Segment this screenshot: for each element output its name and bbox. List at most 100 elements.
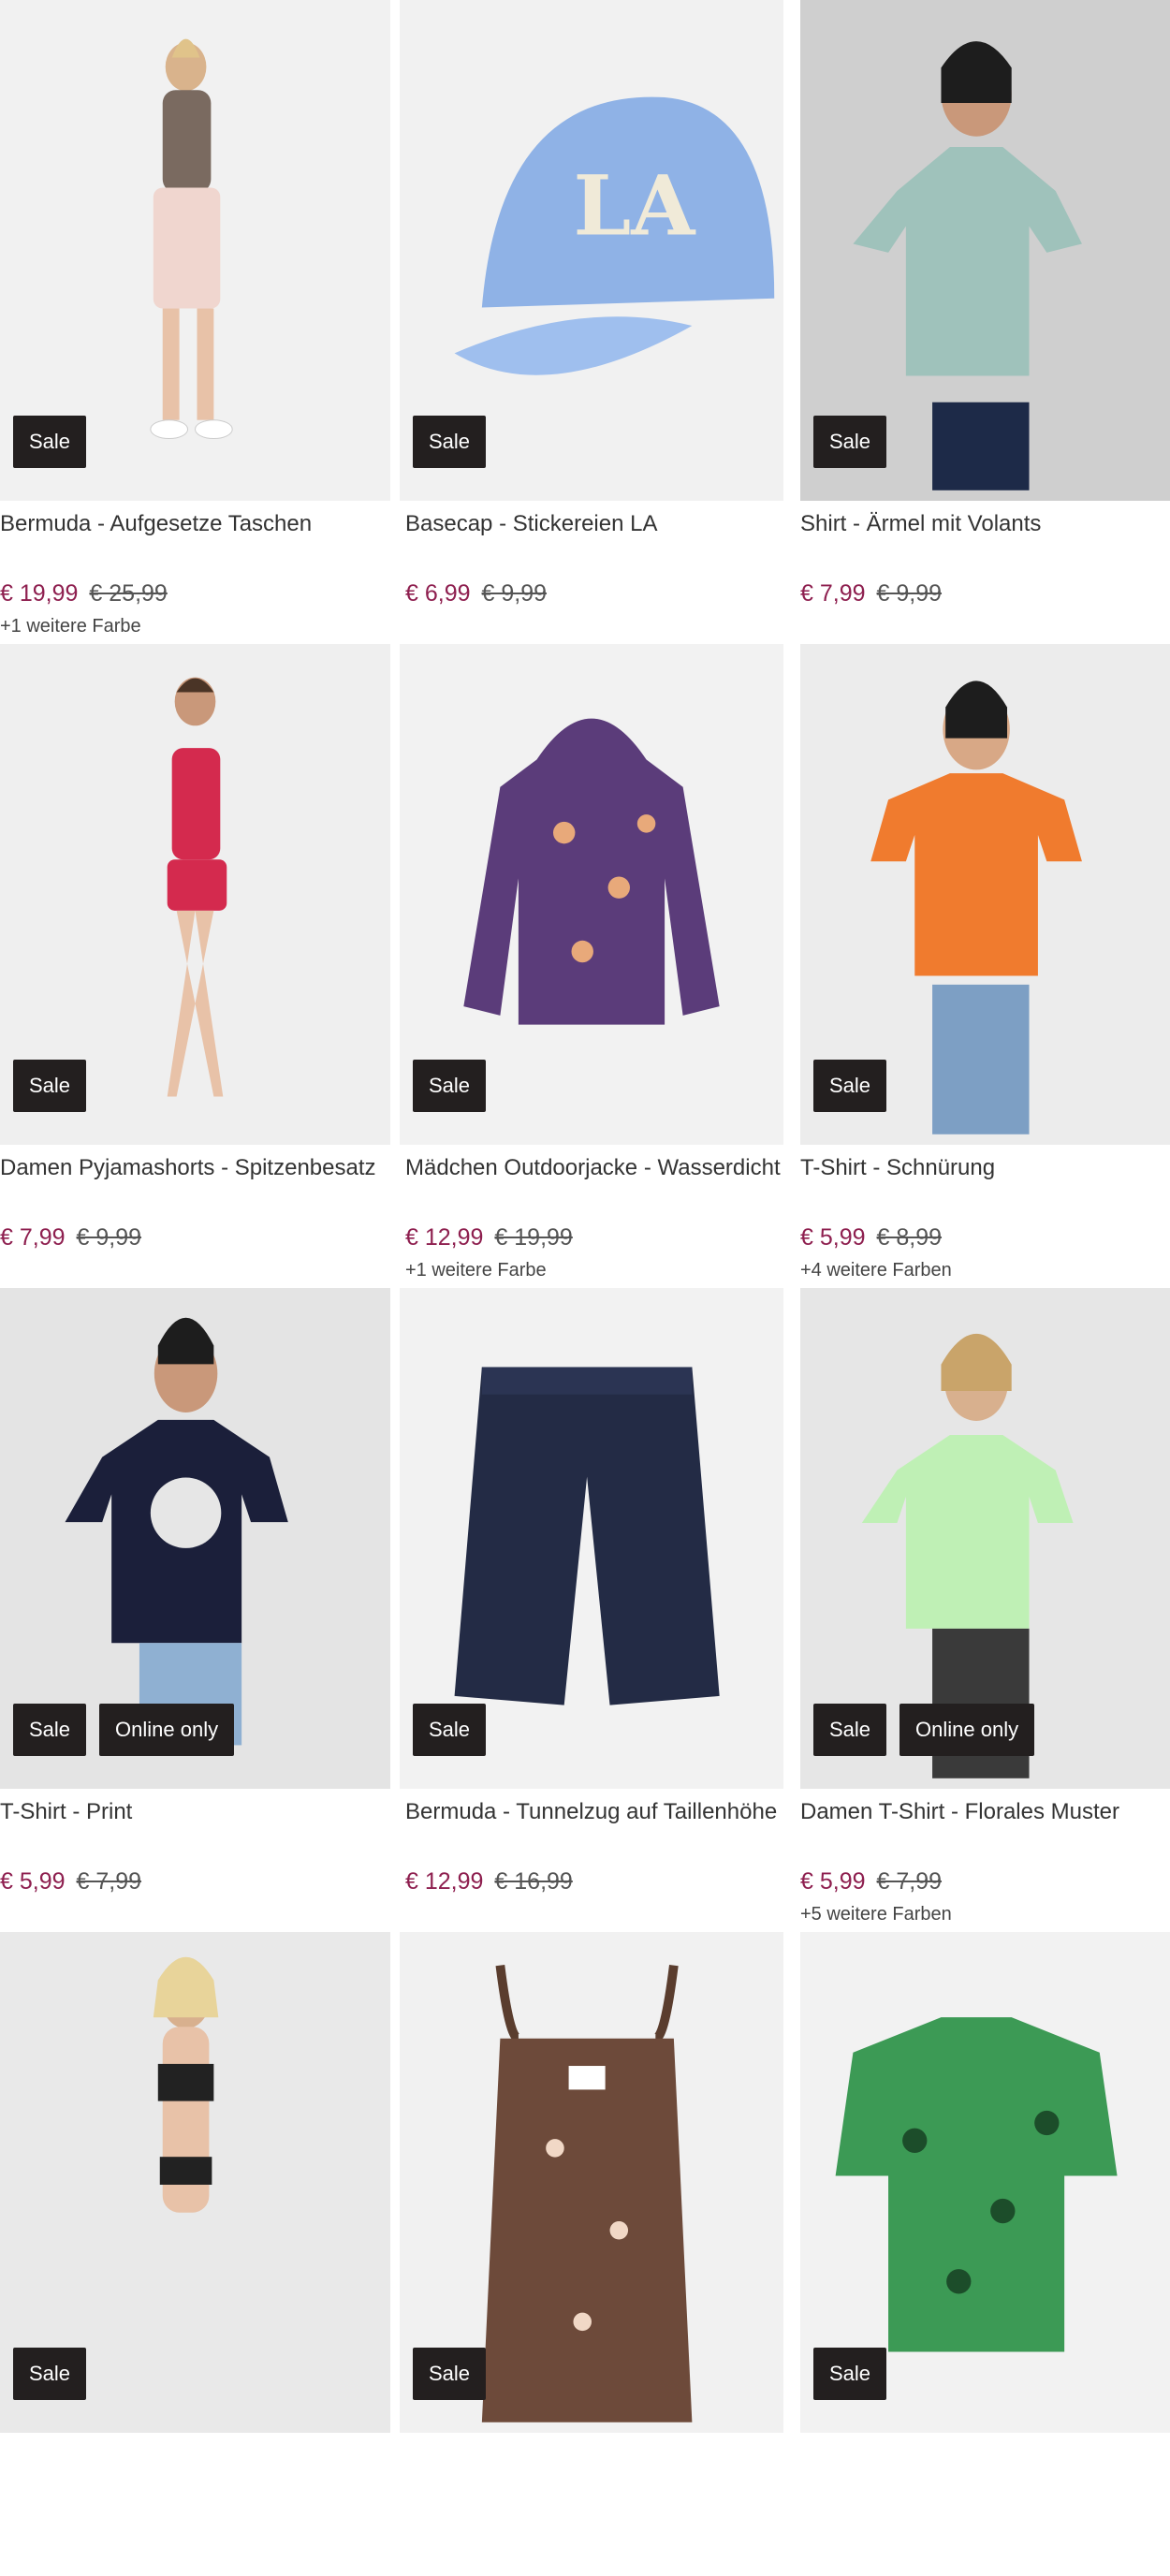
product-title[interactable]: [800, 2440, 1170, 2504]
sale-price: € 5,99: [800, 1868, 866, 1895]
product-info: Mädchen Outdoorjacke - Wasserdicht € 12,…: [390, 1145, 783, 1281]
product-title[interactable]: Damen T-Shirt - Florales Muster: [800, 1796, 1170, 1860]
badge-row: Sale Online only: [813, 1704, 1035, 1756]
price-row: € 5,99 € 7,99: [0, 1866, 390, 1897]
sale-badge: Sale: [413, 1704, 487, 1756]
sale-badge: Sale: [813, 1060, 887, 1112]
product-info: Basecap - Stickereien LA € 6,99 € 9,99: [390, 501, 783, 609]
product-info: T-Shirt - Schnürung € 5,99 € 8,99 +4 weit…: [783, 1145, 1170, 1281]
price-row: € 19,99 € 25,99: [0, 578, 390, 609]
original-price: € 16,99: [494, 1868, 573, 1895]
original-price: € 9,99: [76, 1224, 142, 1251]
product-image[interactable]: Sale: [400, 644, 783, 1145]
product-title[interactable]: [405, 2440, 783, 2504]
badge-row: Sale: [13, 2348, 87, 2400]
original-price: € 9,99: [481, 580, 548, 607]
sale-badge: Sale: [13, 1704, 87, 1756]
more-colors[interactable]: +5 weitere Farben: [800, 1903, 1170, 1925]
product-card[interactable]: Sale: [0, 1932, 390, 2576]
product-info: Damen T-Shirt - Florales Muster € 5,99 € …: [783, 1789, 1170, 1925]
product-info: [0, 2433, 390, 2541]
more-colors[interactable]: +1 weitere Farbe: [0, 615, 390, 637]
product-image[interactable]: Sale: [0, 644, 390, 1145]
product-grid: Sale Bermuda - Aufgesetze Taschen € 19,9…: [0, 0, 1170, 2576]
sale-badge: Sale: [13, 2348, 87, 2400]
product-card[interactable]: LA Sale Basecap - Stickereien LA € 6,99 €…: [390, 0, 783, 644]
product-image[interactable]: LA Sale: [400, 0, 783, 501]
product-title[interactable]: T-Shirt - Schnürung: [800, 1152, 1170, 1216]
product-image[interactable]: Sale Online only: [800, 1288, 1170, 1789]
price-row: € 5,99 € 7,99: [800, 1866, 1170, 1897]
product-image[interactable]: Sale: [400, 1288, 783, 1789]
sale-badge: Sale: [413, 1060, 487, 1112]
price-row: € 5,99 € 8,99: [800, 1222, 1170, 1253]
sale-price: € 7,99: [0, 1224, 66, 1251]
badge-row: Sale: [13, 1060, 87, 1112]
svg-text:LA: LA: [573, 157, 696, 254]
online-only-badge: Online only: [99, 1704, 235, 1756]
product-card[interactable]: Sale: [390, 1932, 783, 2576]
price-row: € 7,99 € 9,99: [0, 1222, 390, 1253]
sale-price: € 5,99: [800, 1224, 866, 1251]
product-card[interactable]: Sale Mädchen Outdoorjacke - Wasserdicht …: [390, 644, 783, 1288]
sale-badge: Sale: [13, 1060, 87, 1112]
product-info: Shirt - Ärmel mit Volants € 7,99 € 9,99: [783, 501, 1170, 609]
sale-badge: Sale: [13, 416, 87, 468]
sale-badge: Sale: [413, 416, 487, 468]
product-info: [390, 2433, 783, 2541]
product-image[interactable]: Sale: [800, 1932, 1170, 2433]
product-title[interactable]: Bermuda - Tunnelzug auf Taillenhöhe: [405, 1796, 783, 1860]
product-image[interactable]: Sale: [0, 1932, 390, 2433]
price-row: [0, 2510, 390, 2541]
product-title[interactable]: Bermuda - Aufgesetze Taschen: [0, 508, 390, 572]
product-image[interactable]: Sale: [800, 644, 1170, 1145]
product-card[interactable]: Sale Damen Pyjamashorts - Spitzenbesatz …: [0, 644, 390, 1288]
product-card[interactable]: Sale T-Shirt - Schnürung € 5,99 € 8,99 +4…: [783, 644, 1170, 1288]
badge-row: Sale: [813, 2348, 887, 2400]
badge-row: Sale: [813, 1060, 887, 1112]
badge-row: Sale: [413, 1060, 487, 1112]
badge-row: Sale: [413, 416, 487, 468]
product-card[interactable]: Sale Online only Damen T-Shirt - Florales…: [783, 1288, 1170, 1932]
product-info: Damen Pyjamashorts - Spitzenbesatz € 7,9…: [0, 1145, 390, 1253]
product-card[interactable]: Sale Shirt - Ärmel mit Volants € 7,99 € 9…: [783, 0, 1170, 644]
product-card[interactable]: Sale Bermuda - Aufgesetze Taschen € 19,9…: [0, 0, 390, 644]
product-image[interactable]: Sale Online only: [0, 1288, 390, 1789]
sale-price: € 7,99: [800, 580, 866, 607]
price-row: [405, 2510, 783, 2541]
product-title[interactable]: T-Shirt - Print: [0, 1796, 390, 1860]
original-price: € 7,99: [76, 1868, 142, 1895]
price-row: € 12,99 € 16,99: [405, 1866, 783, 1897]
sale-badge: Sale: [813, 1704, 887, 1756]
product-card[interactable]: Sale Bermuda - Tunnelzug auf Taillenhöhe…: [390, 1288, 783, 1932]
product-title[interactable]: Basecap - Stickereien LA: [405, 508, 783, 572]
badge-row: Sale: [13, 416, 87, 468]
more-colors[interactable]: +1 weitere Farbe: [405, 1259, 783, 1281]
sale-price: € 5,99: [0, 1868, 66, 1895]
sale-price: € 19,99: [0, 580, 79, 607]
product-title[interactable]: [0, 2440, 390, 2504]
product-info: T-Shirt - Print € 5,99 € 7,99: [0, 1789, 390, 1897]
product-image[interactable]: Sale: [800, 0, 1170, 501]
badge-row: Sale: [813, 416, 887, 468]
product-image[interactable]: Sale: [400, 1932, 783, 2433]
original-price: € 8,99: [876, 1224, 943, 1251]
price-row: € 12,99 € 19,99: [405, 1222, 783, 1253]
product-info: Bermuda - Tunnelzug auf Taillenhöhe € 12…: [390, 1789, 783, 1897]
product-title[interactable]: Damen Pyjamashorts - Spitzenbesatz: [0, 1152, 390, 1216]
sale-price: € 6,99: [405, 580, 471, 607]
badge-row: Sale: [413, 2348, 487, 2400]
badge-row: Sale Online only: [13, 1704, 235, 1756]
product-info: [783, 2433, 1170, 2541]
more-colors[interactable]: +4 weitere Farben: [800, 1259, 1170, 1281]
product-image[interactable]: Sale: [0, 0, 390, 501]
product-title[interactable]: Mädchen Outdoorjacke - Wasserdicht: [405, 1152, 783, 1216]
product-card[interactable]: Sale: [783, 1932, 1170, 2576]
sale-price: € 12,99: [405, 1224, 484, 1251]
product-card[interactable]: Sale Online only T-Shirt - Print € 5,99 € …: [0, 1288, 390, 1932]
sale-badge: Sale: [813, 2348, 887, 2400]
product-title[interactable]: Shirt - Ärmel mit Volants: [800, 508, 1170, 572]
price-row: € 6,99 € 9,99: [405, 578, 783, 609]
original-price: € 25,99: [89, 580, 168, 607]
badge-row: Sale: [413, 1704, 487, 1756]
